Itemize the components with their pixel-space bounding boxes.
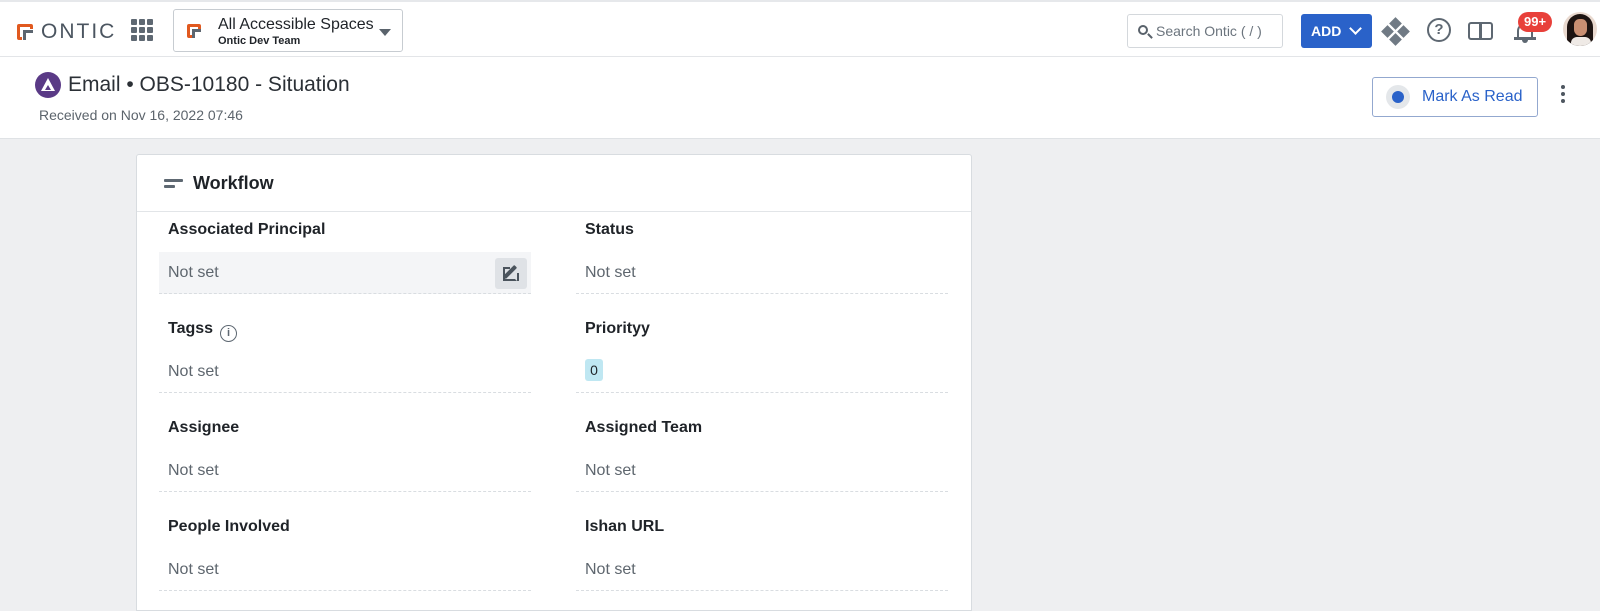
field-label: Assigned Team [585,419,703,436]
field-value: Not set [168,462,219,479]
field-value: Not set [168,264,219,281]
diamond-apps-icon[interactable] [1381,17,1410,46]
field-label: Priorityy [585,320,650,337]
field-value-row[interactable]: Not set [576,450,948,492]
priority-chip: 0 [585,359,603,381]
help-icon[interactable]: ? [1426,18,1454,46]
more-options-icon[interactable] [1557,85,1569,109]
global-search[interactable] [1127,14,1283,48]
add-button-label: ADD [1311,23,1342,39]
unread-dot-icon [1386,85,1410,109]
field-assigned-team: Assigned Team Not set [576,410,948,509]
field-label: Assignee [168,419,240,436]
caret-down-icon [379,29,391,36]
ontic-logo[interactable]: ONTIC [17,20,116,44]
field-status: Status Not set [576,212,948,311]
field-label: People Involved [168,518,290,535]
field-people-involved: People Involved Not set [159,509,531,608]
brand-name: ONTIC [41,20,117,43]
field-value-row[interactable]: Not set [576,252,948,294]
field-value-row[interactable]: Not set [159,351,531,393]
field-ishan-url: Ishan URL Not set [576,509,948,608]
field-priority: Priorityy 0 [576,311,948,410]
field-value-row[interactable]: Not set [576,549,948,591]
search-input[interactable] [1156,21,1276,41]
workflow-card: Workflow Associated Principal Not set St… [136,154,972,611]
search-icon [1138,25,1148,35]
space-selector-title: All Accessible Spaces [218,16,374,33]
field-value-row[interactable]: Not set [159,252,531,294]
edit-icon[interactable] [495,258,527,289]
book-icon[interactable] [1468,18,1496,46]
field-value-row[interactable]: Not set [159,549,531,591]
field-value: Not set [585,264,636,281]
chevron-down-icon [1349,22,1362,35]
field-value: Not set [585,462,636,479]
field-tags: Tagss i Not set [159,311,531,410]
field-label: Ishan URL [585,518,665,535]
field-assignee: Assignee Not set [159,410,531,509]
field-value-row[interactable]: Not set [159,450,531,492]
workflow-card-header: Workflow [137,155,971,212]
field-associated-principal: Associated Principal Not set [159,212,531,311]
field-label: Associated Principal [168,221,326,238]
workflow-icon [164,179,183,189]
ontic-logo-icon [17,24,33,40]
record-header: Email • OBS-10180 - Situation Received o… [0,57,1600,139]
field-value: Not set [168,363,219,380]
mark-as-read-button[interactable]: Mark As Read [1372,77,1538,117]
field-label: Tagss [168,320,214,337]
notification-count-badge: 99+ [1518,12,1553,32]
workflow-title: Workflow [193,173,274,193]
field-label: Status [585,221,634,238]
top-navigation-bar: ONTIC All Accessible Spaces Ontic Dev Te… [0,0,1600,57]
space-selector[interactable]: All Accessible Spaces Ontic Dev Team [173,9,403,52]
apps-grid-icon[interactable] [131,19,153,41]
space-icon [187,24,203,40]
space-selector-subtitle: Ontic Dev Team [218,35,301,47]
avatar[interactable] [1563,12,1597,46]
field-value: Not set [168,561,219,578]
page-title: Email • OBS-10180 - Situation [68,73,350,96]
observation-type-icon [35,72,61,98]
add-button[interactable]: ADD [1301,14,1372,48]
field-value-row[interactable]: 0 [576,351,948,393]
received-timestamp: Received on Nov 16, 2022 07:46 [39,107,243,123]
info-icon[interactable]: i [220,325,237,342]
mark-as-read-label: Mark As Read [1422,88,1523,105]
field-value: Not set [585,561,636,578]
